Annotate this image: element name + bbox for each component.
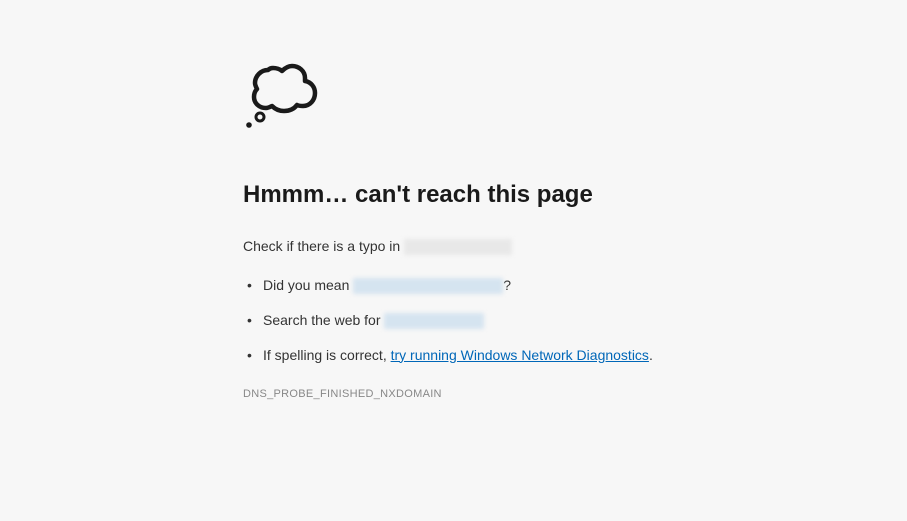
error-title: Hmmm… can't reach this page [243,181,907,209]
redacted-hostname [404,239,512,255]
search-web-prefix: Search the web for [263,312,384,328]
redacted-search-link[interactable] [384,313,484,329]
spelling-suffix: . [649,347,653,363]
suggestion-spelling: If spelling is correct, try running Wind… [243,345,907,366]
suggestion-did-you-mean: Did you mean ? [243,275,907,296]
suggestion-search-web: Search the web for [243,310,907,331]
diagnostics-link[interactable]: try running Windows Network Diagnostics [391,347,649,363]
error-description: Check if there is a typo in [243,237,907,257]
error-code: DNS_PROBE_FINISHED_NXDOMAIN [243,388,907,400]
redacted-suggested-link[interactable] [353,278,503,294]
error-page: Hmmm… can't reach this page Check if the… [0,0,907,400]
thought-bubble-icon [243,58,907,133]
did-you-mean-prefix: Did you mean [263,277,353,293]
spelling-prefix: If spelling is correct, [263,347,391,363]
suggestion-list: Did you mean ? Search the web for If spe… [243,275,907,366]
description-prefix: Check if there is a typo in [243,238,404,254]
did-you-mean-suffix: ? [503,277,511,293]
